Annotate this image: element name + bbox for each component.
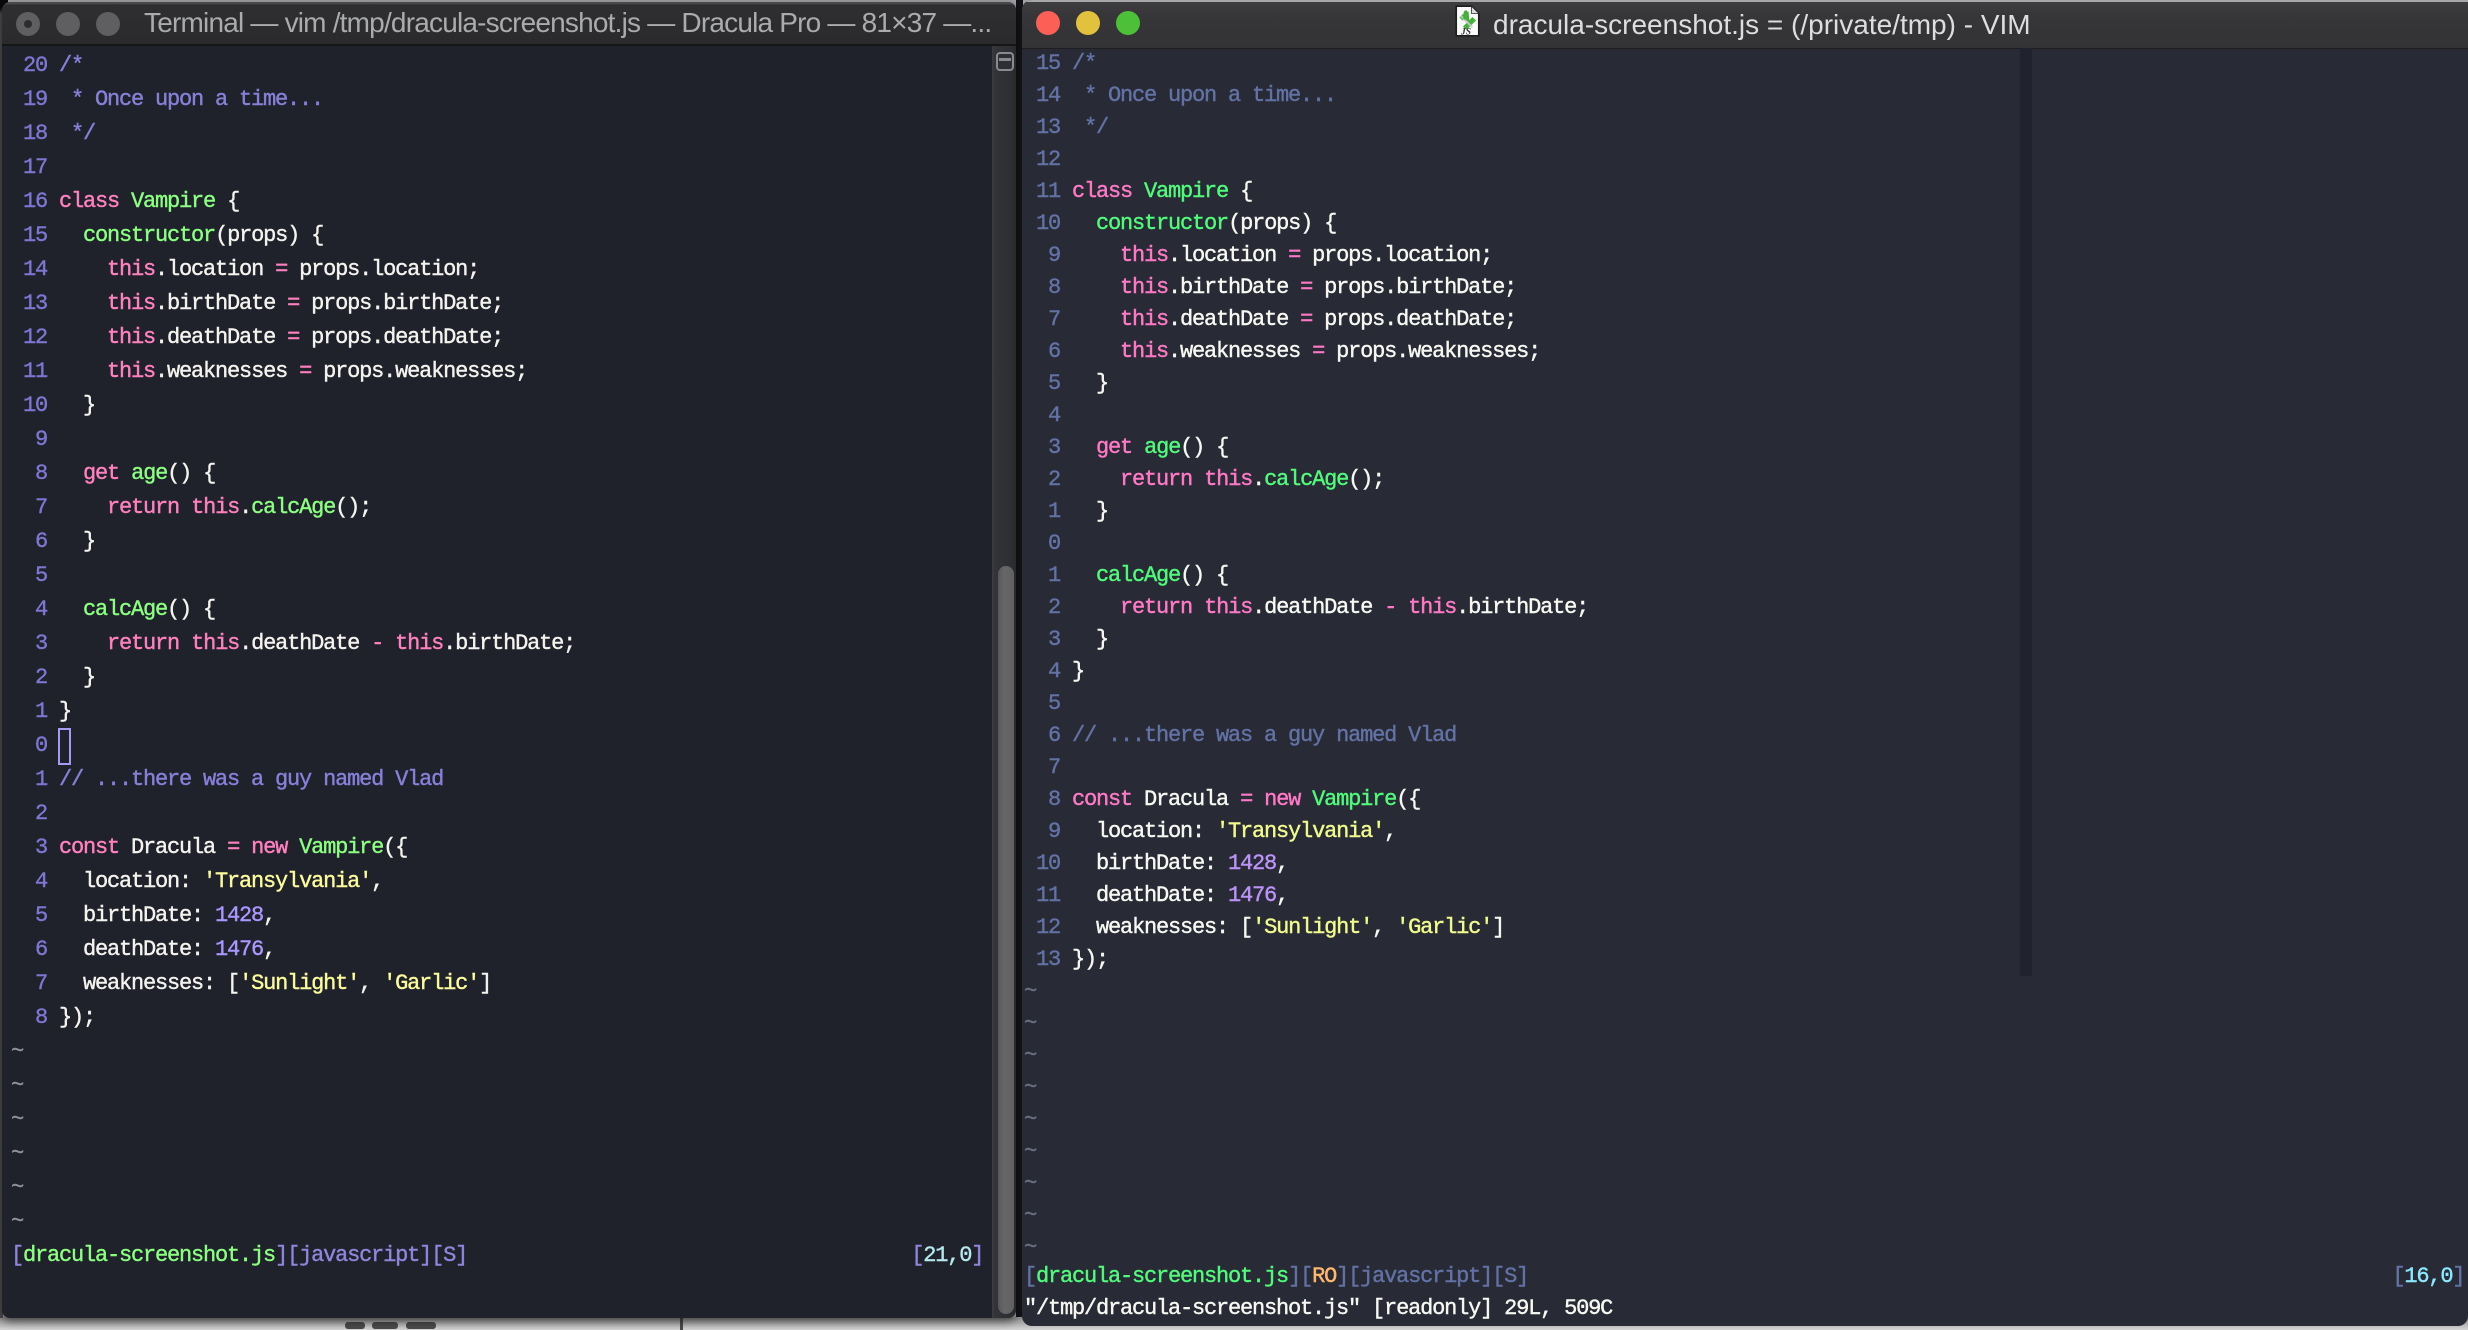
svg-text:JS: JS: [1460, 28, 1471, 38]
